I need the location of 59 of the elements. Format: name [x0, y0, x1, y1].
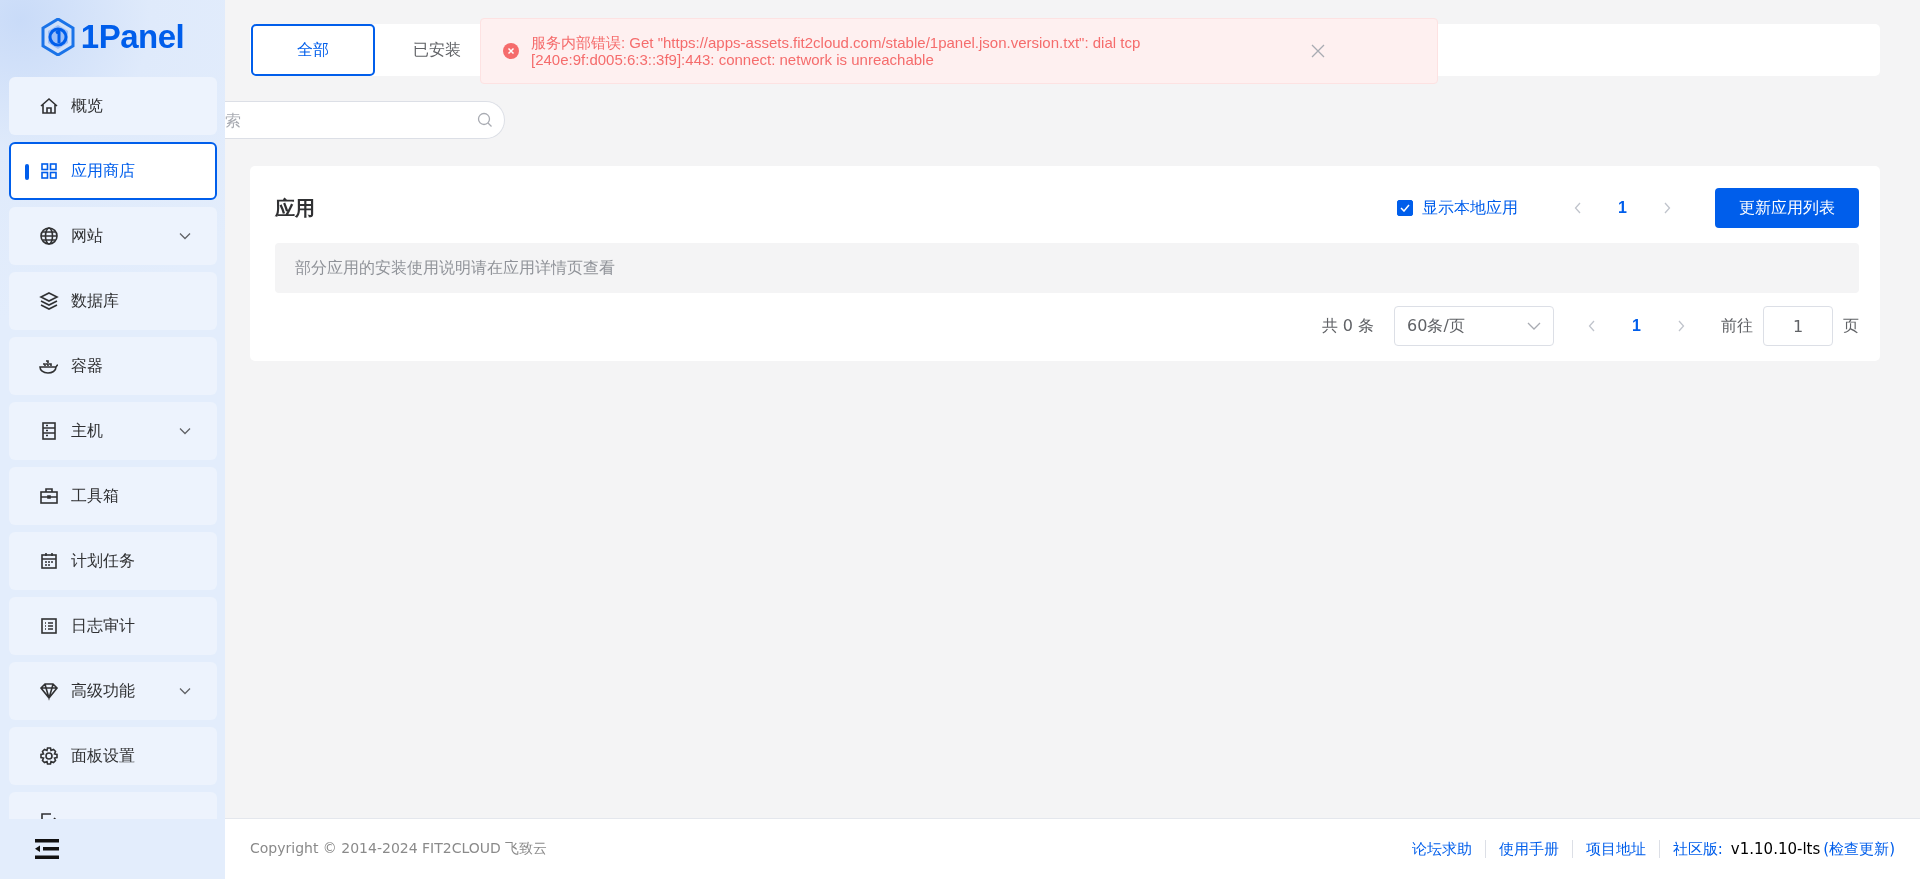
gear-icon: [39, 746, 59, 766]
checkbox[interactable]: [1397, 200, 1414, 216]
show-local-checkbox[interactable]: 显示本地应用: [1397, 197, 1519, 219]
collapse-menu-icon[interactable]: [35, 839, 59, 859]
edition-label: 社区版:: [1672, 839, 1723, 859]
section-title: 应用: [275, 194, 315, 222]
menu-item[interactable]: 数据库: [9, 272, 217, 330]
page-size-select[interactable]: 60条/页: [1394, 306, 1555, 346]
menu-item[interactable]: 网站: [9, 207, 217, 265]
error-message: 服务内部错误: Get "https://apps-assets.fit2cloud.com/stable/1panel.json.version.txt": dial tcp [240e:9f:d005:6:3::3f9]:443: connect: network is unreachable: [531, 34, 1142, 68]
page-suffix: 页: [1843, 315, 1859, 337]
page-number[interactable]: 1: [1632, 317, 1641, 335]
footer-link[interactable]: 项目地址: [1585, 839, 1646, 859]
search-icon: [477, 112, 493, 128]
close-icon[interactable]: [1311, 44, 1325, 58]
page-number[interactable]: 1: [1618, 199, 1627, 217]
goto-label: 前往: [1721, 315, 1753, 337]
menu-item[interactable]: 高级功能: [9, 662, 217, 720]
globe-icon: [39, 226, 59, 246]
home-icon: [39, 96, 59, 116]
footer-link[interactable]: 使用手册: [1498, 839, 1559, 859]
logo-icon: [40, 18, 75, 56]
search-field[interactable]: 索: [225, 101, 505, 139]
copyright-text: Copyright © 2014-2024 FIT2CLOUD 飞致云: [250, 840, 548, 858]
chevron-down-icon: [179, 427, 191, 435]
next-page-icon[interactable]: [1663, 202, 1671, 214]
tab[interactable]: 全部: [251, 24, 375, 76]
goto-page-field[interactable]: 1: [1763, 306, 1833, 346]
diamond-icon: [39, 681, 59, 701]
menu-item[interactable]: 工具箱: [9, 467, 217, 525]
menu-item[interactable]: 主机: [9, 402, 217, 460]
menu-item[interactable]: 概览: [9, 77, 217, 135]
error-icon: [503, 43, 519, 59]
menu-item[interactable]: 面板设置: [9, 727, 217, 785]
chevron-down-icon: [179, 232, 191, 240]
calendar-icon: [39, 551, 59, 571]
total-count: 共 0 条: [1321, 315, 1375, 337]
next-page-icon[interactable]: [1677, 320, 1685, 332]
footer-link[interactable]: 论坛求助: [1411, 839, 1472, 859]
update-app-list-button[interactable]: 更新应用列表: [1715, 188, 1859, 228]
previous-page-icon[interactable]: [1588, 320, 1597, 332]
server-icon: [39, 421, 59, 441]
menu-item[interactable]: 日志审计: [9, 597, 217, 655]
layers-icon: [39, 291, 59, 311]
previous-page-icon[interactable]: [1574, 202, 1583, 214]
list-icon: [39, 616, 59, 636]
chevron-down-icon: [1527, 322, 1542, 330]
grid-icon: [39, 161, 59, 181]
tab[interactable]: 已安装: [375, 24, 499, 76]
toolbox-icon: [39, 486, 59, 506]
menu-item[interactable]: 应用商店: [9, 142, 217, 200]
logo-text: 1Panel: [80, 18, 185, 56]
notice-text: 部分应用的安装使用说明请在应用详情页查看: [295, 257, 615, 279]
menu-item[interactable]: 计划任务: [9, 532, 217, 590]
chevron-down-icon: [179, 687, 191, 695]
check-icon: [1400, 204, 1411, 212]
check-update-link[interactable]: (检查更新): [1823, 839, 1895, 859]
menu-item[interactable]: 容器: [9, 337, 217, 395]
version-text: v1.10.10-lts: [1730, 840, 1821, 858]
